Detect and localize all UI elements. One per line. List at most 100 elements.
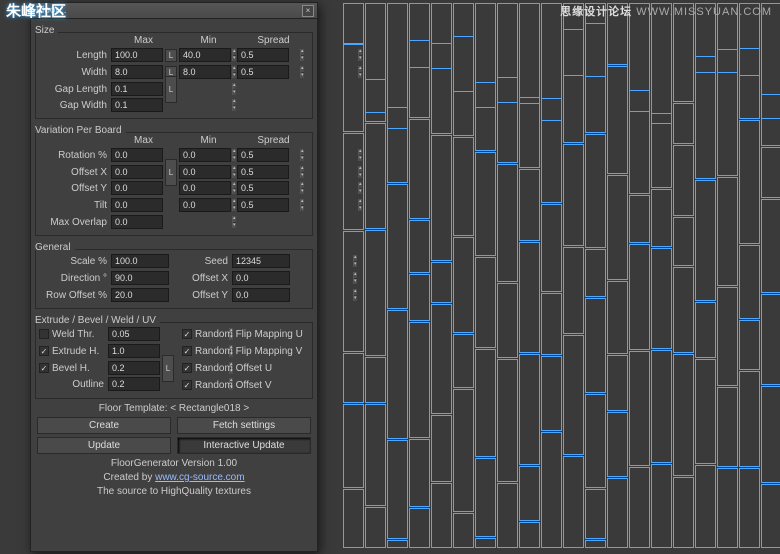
board	[739, 245, 760, 319]
offx-min[interactable]: ▴▾	[179, 165, 231, 179]
rowoff[interactable]: ▴▾	[111, 288, 169, 302]
board	[475, 458, 496, 537]
titlebar[interactable]: Floor... ×	[31, 3, 317, 19]
gapw[interactable]: ▴▾	[111, 98, 163, 112]
width-spread[interactable]: ▴▾	[237, 65, 289, 79]
flipu-check[interactable]	[182, 329, 192, 339]
board	[607, 478, 628, 548]
extrude-h[interactable]: ▴▾	[108, 344, 160, 358]
board	[585, 23, 606, 133]
update-button[interactable]: Update	[37, 437, 171, 454]
width-max[interactable]: ▴▾	[111, 65, 163, 79]
length-spread[interactable]: ▴▾	[237, 48, 289, 62]
length-min[interactable]: ▴▾	[179, 48, 231, 62]
board	[761, 294, 780, 385]
board	[717, 468, 738, 548]
board	[497, 77, 518, 163]
board	[519, 522, 540, 548]
board	[607, 281, 628, 354]
floor-preview[interactable]	[343, 3, 769, 548]
board	[717, 177, 738, 286]
board	[453, 137, 474, 236]
fetch-button[interactable]: Fetch settings	[177, 417, 311, 434]
footer: FloorGenerator Version 1.00 Created by w…	[31, 457, 317, 499]
board	[761, 94, 780, 146]
source-link[interactable]: www.cg-source.com	[155, 472, 244, 483]
offx-spread[interactable]: ▴▾	[237, 165, 289, 179]
weld-thr[interactable]: ▴▾	[108, 327, 160, 341]
tilt-spread[interactable]: ▴▾	[237, 198, 289, 212]
board	[563, 247, 584, 334]
gen-offy[interactable]: ▴▾	[232, 288, 290, 302]
board	[519, 354, 540, 465]
board	[497, 283, 518, 358]
gen-offx[interactable]: ▴▾	[232, 271, 290, 285]
board	[409, 508, 430, 548]
board	[409, 220, 430, 273]
board	[343, 3, 364, 44]
board	[497, 483, 518, 548]
board	[563, 456, 584, 548]
board	[431, 483, 452, 548]
board	[453, 36, 474, 136]
col-max: Max	[111, 35, 176, 46]
col-min: Min	[176, 35, 241, 46]
board	[387, 440, 408, 539]
board	[409, 439, 430, 507]
board	[629, 195, 650, 243]
board	[387, 310, 408, 439]
create-button[interactable]: Create	[37, 417, 171, 434]
gap-lock[interactable]: L	[165, 76, 177, 103]
board	[761, 199, 780, 293]
board	[761, 484, 780, 548]
board	[365, 230, 386, 356]
bevel-lock[interactable]: L	[162, 355, 174, 382]
board	[519, 3, 540, 104]
outline[interactable]: ▴▾	[108, 377, 160, 391]
board	[717, 49, 738, 176]
roffu-check[interactable]	[182, 363, 192, 373]
board	[475, 257, 496, 348]
rot-max[interactable]: ▴▾	[111, 148, 163, 162]
offy-spread[interactable]: ▴▾	[237, 181, 289, 195]
board	[541, 356, 562, 431]
tilt-min[interactable]: ▴▾	[179, 198, 231, 212]
board	[739, 120, 760, 244]
interactive-update-button[interactable]: Interactive Update	[177, 437, 311, 454]
gaplen[interactable]: ▴▾	[111, 82, 163, 96]
board	[651, 3, 672, 124]
board	[387, 184, 408, 309]
offy-max[interactable]: ▴▾	[111, 181, 163, 195]
width-min[interactable]: ▴▾	[179, 65, 231, 79]
board	[453, 237, 474, 333]
board	[717, 287, 738, 386]
weld-check[interactable]	[39, 329, 49, 339]
board	[695, 56, 716, 179]
roffv-check[interactable]	[182, 380, 192, 390]
logo-text: 朱峰社区	[6, 0, 66, 21]
board	[629, 467, 650, 548]
flipv-check[interactable]	[182, 346, 192, 356]
board	[453, 513, 474, 548]
board	[585, 489, 606, 539]
rot-spread[interactable]: ▴▾	[237, 148, 289, 162]
length-lock[interactable]: L	[165, 49, 177, 62]
board	[585, 394, 606, 488]
scale[interactable]: ▴▾	[111, 254, 169, 268]
board	[563, 335, 584, 455]
offx-max[interactable]: ▴▾	[111, 165, 163, 179]
board	[387, 107, 408, 183]
close-icon[interactable]: ×	[302, 5, 314, 17]
tilt-max[interactable]: ▴▾	[111, 198, 163, 212]
direction[interactable]: ▴▾	[111, 271, 169, 285]
offy-min[interactable]: ▴▾	[179, 181, 231, 195]
off-lock[interactable]: L	[165, 159, 177, 186]
board	[541, 98, 562, 203]
length-max[interactable]: ▴▾	[111, 48, 163, 62]
bevel-check[interactable]	[39, 363, 49, 373]
maxoverlap[interactable]: ▴▾	[111, 215, 163, 229]
bevel-h[interactable]: ▴▾	[108, 361, 160, 375]
rot-min[interactable]: ▴▾	[179, 148, 231, 162]
extrude-check[interactable]	[39, 346, 49, 356]
seed[interactable]: ▴▾	[232, 254, 290, 268]
